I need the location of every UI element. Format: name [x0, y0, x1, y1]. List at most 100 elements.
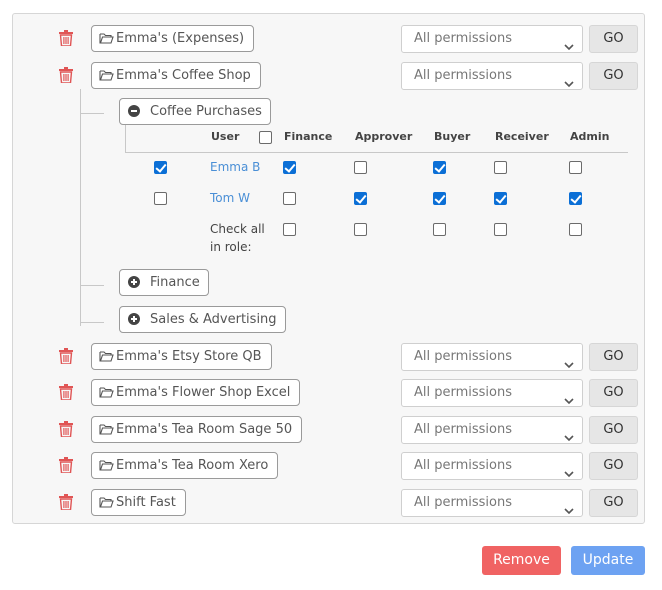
tree-line-vertical [125, 125, 126, 153]
company-folder-button[interactable]: Emma's Tea Room Sage 50 [91, 416, 303, 444]
check-all-finance-checkbox[interactable] [283, 223, 296, 236]
remove-button[interactable]: Remove [482, 546, 561, 575]
role-finance[interactable]: Finance [119, 269, 209, 296]
table-header-underline [125, 152, 628, 153]
permissions-select-value: All permissions [414, 458, 513, 473]
permissions-select[interactable]: All permissions [401, 25, 583, 53]
permissions-select-value: All permissions [414, 68, 513, 83]
role-label: Sales & Advertising [150, 312, 277, 327]
tree-line-vertical [80, 89, 81, 326]
company-name: Emma's (Expenses) [116, 31, 245, 46]
role-coffee-purchases[interactable]: Coffee Purchases [119, 98, 271, 125]
check-all-approver-checkbox[interactable] [354, 223, 367, 236]
chevron-down-icon [564, 426, 574, 442]
role-sales-advertising[interactable]: Sales & Advertising [119, 306, 286, 333]
permissions-select[interactable]: All permissions [401, 62, 583, 90]
permissions-select[interactable]: All permissions [401, 452, 583, 480]
admin-permission-checkbox[interactable] [569, 192, 582, 205]
company-folder-button[interactable]: Emma's (Expenses) [91, 25, 255, 53]
finance-permission-checkbox[interactable] [283, 161, 296, 174]
column-header-approver: Approver [355, 130, 413, 143]
select-all-users-checkbox[interactable] [259, 131, 272, 144]
permissions-select-value: All permissions [414, 422, 513, 437]
go-button[interactable]: GO [589, 489, 638, 517]
chevron-down-icon [564, 499, 574, 515]
buyer-permission-checkbox[interactable] [433, 192, 446, 205]
go-button[interactable]: GO [589, 62, 638, 90]
permissions-select[interactable]: All permissions [401, 379, 583, 407]
company-folder-button[interactable]: Shift Fast [91, 489, 186, 516]
buyer-permission-checkbox[interactable] [433, 161, 446, 174]
go-button[interactable]: GO [589, 343, 638, 371]
trash-icon[interactable] [59, 348, 73, 364]
chevron-down-icon [564, 35, 574, 51]
finance-permission-checkbox[interactable] [283, 192, 296, 205]
plus-circle-icon [128, 272, 140, 297]
approver-permission-checkbox[interactable] [354, 161, 367, 174]
trash-icon[interactable] [59, 421, 73, 437]
column-header-admin: Admin [570, 130, 610, 143]
folder-open-icon [99, 28, 114, 53]
row-select-checkbox[interactable] [154, 192, 167, 205]
check-all-admin-checkbox[interactable] [569, 223, 582, 236]
permissions-select[interactable]: All permissions [401, 343, 583, 371]
company-folder-button[interactable]: Emma's Coffee Shop [91, 62, 261, 89]
trash-icon[interactable] [59, 457, 73, 473]
permissions-select[interactable]: All permissions [401, 416, 583, 444]
folder-open-icon [99, 382, 114, 407]
company-name: Emma's Flower Shop Excel [116, 385, 291, 400]
folder-open-icon [99, 65, 114, 90]
plus-circle-icon [128, 309, 140, 334]
trash-icon[interactable] [59, 384, 73, 400]
trash-icon[interactable] [59, 67, 73, 83]
go-button[interactable]: GO [589, 25, 638, 53]
folder-open-icon [99, 455, 114, 480]
receiver-permission-checkbox[interactable] [494, 161, 507, 174]
folder-open-icon [99, 492, 114, 517]
user-link[interactable]: Emma B [210, 160, 260, 174]
user-link[interactable]: Tom W [210, 191, 250, 205]
admin-permission-checkbox[interactable] [569, 161, 582, 174]
row-select-checkbox[interactable] [154, 161, 167, 174]
column-header-receiver: Receiver [495, 130, 549, 143]
minus-circle-icon [128, 101, 140, 126]
company-folder-button[interactable]: Emma's Tea Room Xero [91, 452, 279, 480]
column-header-user: User [211, 130, 240, 143]
role-label: Finance [150, 275, 200, 290]
permissions-select-value: All permissions [414, 495, 513, 510]
permissions-select[interactable]: All permissions [401, 489, 583, 517]
receiver-permission-checkbox[interactable] [494, 192, 507, 205]
check-all-buyer-checkbox[interactable] [433, 223, 446, 236]
company-folder-button[interactable]: Emma's Flower Shop Excel [91, 379, 301, 407]
chevron-down-icon [564, 353, 574, 369]
check-all-label: Check all in role: [210, 222, 265, 254]
company-name: Emma's Etsy Store QB [116, 349, 262, 364]
chevron-down-icon [564, 462, 574, 478]
chevron-down-icon [564, 72, 574, 88]
update-button[interactable]: Update [571, 546, 645, 575]
go-button[interactable]: GO [589, 416, 638, 444]
permissions-select-value: All permissions [414, 385, 513, 400]
chevron-down-icon [564, 389, 574, 405]
permissions-select-value: All permissions [414, 31, 513, 46]
folder-open-icon [99, 346, 114, 371]
trash-icon[interactable] [59, 30, 73, 46]
folder-open-icon [99, 419, 114, 444]
trash-icon[interactable] [59, 494, 73, 510]
column-header-buyer: Buyer [434, 130, 471, 143]
check-all-receiver-checkbox[interactable] [494, 223, 507, 236]
column-header-finance: Finance [284, 130, 333, 143]
company-name: Emma's Tea Room Xero [116, 458, 269, 473]
tree-line-branch [80, 113, 104, 114]
company-name: Shift Fast [116, 495, 176, 510]
go-button[interactable]: GO [589, 452, 638, 480]
company-name: Emma's Tea Room Sage 50 [116, 422, 293, 437]
tree-line-branch [80, 322, 104, 323]
go-button[interactable]: GO [589, 379, 638, 407]
role-label: Coffee Purchases [150, 104, 262, 119]
permissions-select-value: All permissions [414, 349, 513, 364]
company-folder-button[interactable]: Emma's Etsy Store QB [91, 343, 272, 370]
approver-permission-checkbox[interactable] [354, 192, 367, 205]
company-name: Emma's Coffee Shop [116, 68, 251, 83]
tree-line-branch [80, 285, 104, 286]
